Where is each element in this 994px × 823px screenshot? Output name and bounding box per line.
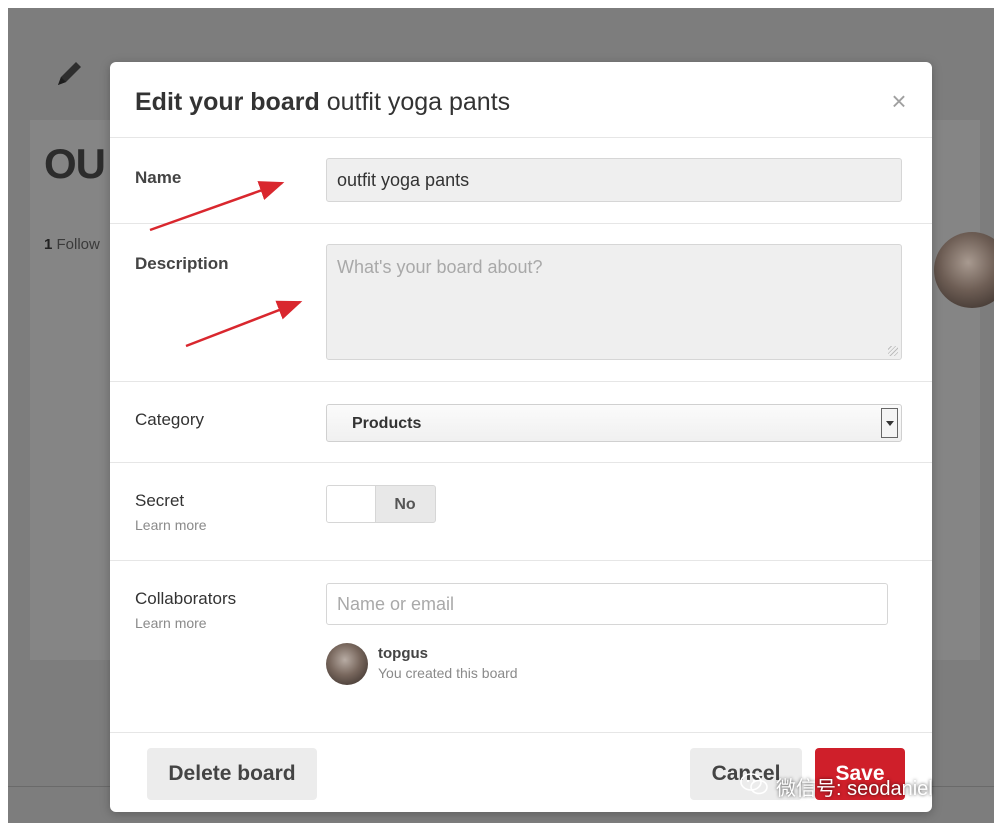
secret-row: Secret Learn more No [110, 463, 932, 561]
avatar [326, 643, 368, 685]
secret-learn-more-link[interactable]: Learn more [135, 517, 207, 533]
modal-title: Edit your board outfit yoga pants [135, 88, 510, 117]
secret-toggle-label: No [394, 496, 416, 513]
collaborator-note: You created this board [378, 665, 518, 681]
textarea-resize-handle[interactable] [888, 346, 898, 356]
modal-title-board-name: outfit yoga pants [326, 88, 511, 116]
category-label: Category [135, 410, 204, 429]
chevron-down-icon[interactable] [881, 408, 898, 438]
close-icon[interactable]: × [886, 88, 912, 114]
category-select[interactable]: Products [326, 404, 902, 442]
collaborators-learn-more-link[interactable]: Learn more [135, 615, 207, 631]
modal-title-bold: Edit your board [135, 88, 320, 116]
description-row: Description [110, 224, 932, 382]
collaborators-label: Collaborators [135, 589, 237, 608]
collaborator-name[interactable]: topgus [378, 645, 428, 662]
board-title-background: OU [44, 140, 106, 187]
followers-label: Follow [56, 236, 100, 253]
watermark-text: 微信号: seodaniel [776, 778, 933, 800]
collaborators-input[interactable] [326, 583, 888, 625]
wechat-icon [740, 773, 768, 795]
description-textarea[interactable] [326, 244, 902, 360]
delete-board-button[interactable]: Delete board [147, 748, 317, 800]
name-input[interactable] [326, 158, 902, 202]
toggle-knob [327, 486, 376, 522]
secret-label: Secret [135, 491, 185, 510]
followers-number: 1 [44, 236, 53, 253]
description-label: Description [135, 254, 229, 273]
category-selected-value: Products [352, 415, 422, 432]
secret-toggle[interactable]: No [326, 485, 436, 523]
watermark: 微信号: seodaniel [740, 768, 980, 804]
name-row: Name [110, 138, 932, 224]
name-label: Name [135, 168, 182, 187]
modal-header: Edit your board outfit yoga pants × [110, 62, 932, 138]
followers-count-background[interactable]: 1 Follow [44, 236, 100, 253]
edit-board-modal: Edit your board outfit yoga pants × Name… [110, 62, 932, 812]
category-row: Category Products [110, 382, 932, 463]
pencil-icon[interactable] [52, 55, 88, 91]
collaborators-row: Collaborators Learn more topgus You crea… [110, 561, 932, 731]
